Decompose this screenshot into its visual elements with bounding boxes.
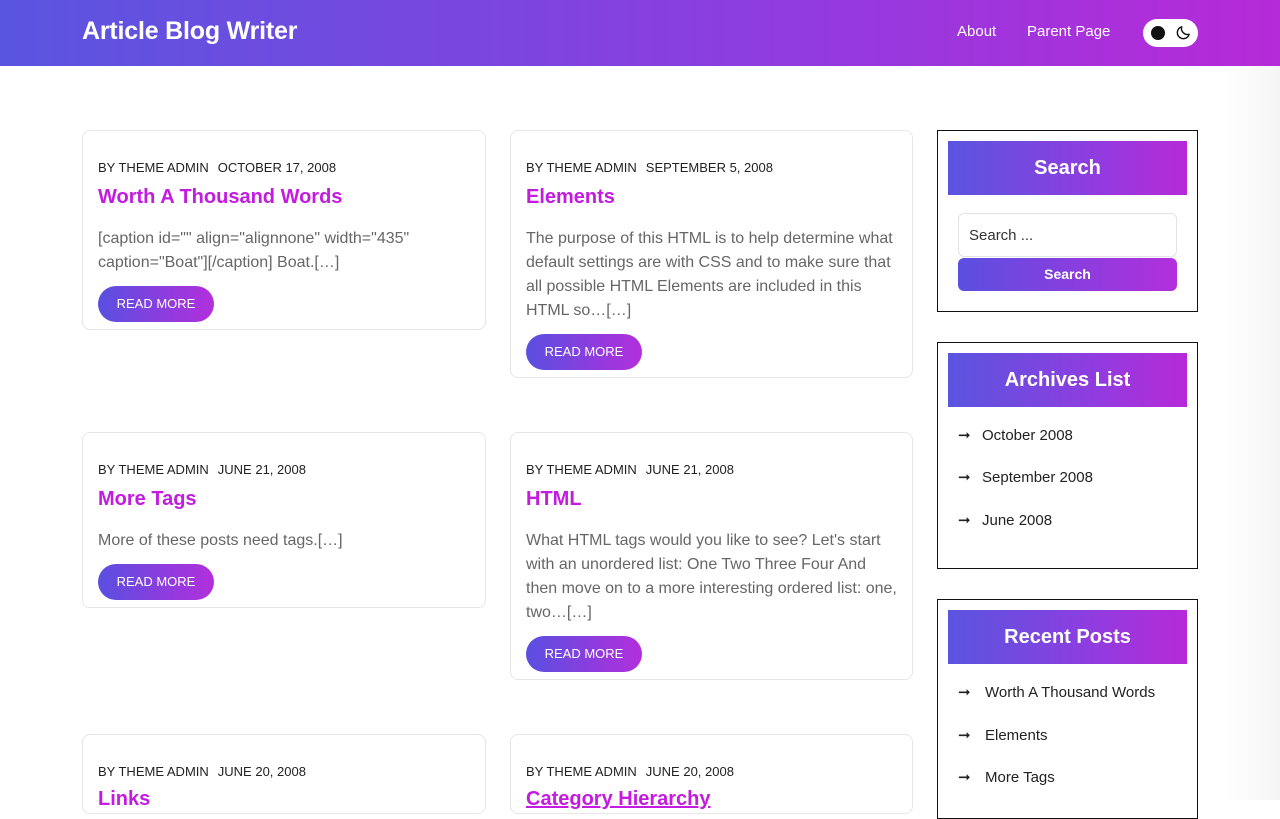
- arrow-right-icon: ➞: [958, 769, 971, 786]
- post-author[interactable]: BY THEME ADMIN: [98, 160, 209, 175]
- post-excerpt: [caption id="" align="alignnone" width="…: [98, 230, 410, 271]
- post-meta: BY THEME ADMIN SEPTEMBER 5, 2008: [526, 160, 773, 175]
- post-author[interactable]: BY THEME ADMIN: [98, 462, 209, 477]
- recent-posts-widget: Recent Posts ➞ Worth A Thousand Words ➞ El…: [937, 599, 1198, 819]
- site-header: Article Blog Writer About Parent Page: [0, 0, 1280, 66]
- search-input[interactable]: [958, 213, 1177, 257]
- post-excerpt: The purpose of this HTML is to help dete…: [526, 230, 893, 319]
- post-meta: BY THEME ADMIN JUNE 21, 2008: [98, 462, 306, 477]
- post-title[interactable]: Worth A Thousand Words: [98, 186, 342, 209]
- post-meta: BY THEME ADMIN OCTOBER 17, 2008: [98, 160, 336, 175]
- archive-item-label[interactable]: June 2008: [982, 512, 1052, 529]
- recent-post-item[interactable]: ➞ Worth A Thousand Words: [958, 683, 1155, 705]
- post-card: BY THEME ADMIN JUNE 21, 2008 HTML What HT…: [510, 432, 913, 680]
- widget-title: Search: [948, 141, 1187, 195]
- post-excerpt: What HTML tags would you like to see? Le…: [526, 532, 897, 621]
- moon-icon: [1176, 26, 1190, 40]
- recent-post-label[interactable]: Elements: [985, 727, 1048, 744]
- recent-post-item[interactable]: ➞ More Tags: [958, 768, 1055, 790]
- nav-link-parent-page[interactable]: Parent Page: [1027, 23, 1110, 40]
- archives-widget: Archives List ➞ October 2008 ➞ September 2…: [937, 342, 1198, 569]
- post-card: BY THEME ADMIN OCTOBER 17, 2008 Worth A T…: [82, 130, 486, 330]
- post-card: BY THEME ADMIN JUNE 20, 2008 Category Hie…: [510, 734, 913, 814]
- post-meta: BY THEME ADMIN JUNE 20, 2008: [526, 764, 734, 779]
- toggle-knob: [1151, 26, 1165, 40]
- read-more-button[interactable]: READ MORE: [526, 334, 642, 370]
- post-date[interactable]: JUNE 20, 2008: [646, 764, 734, 779]
- archive-item-label[interactable]: October 2008: [982, 427, 1073, 444]
- recent-post-label[interactable]: Worth A Thousand Words: [985, 684, 1155, 701]
- post-author[interactable]: BY THEME ADMIN: [526, 462, 637, 477]
- post-title[interactable]: More Tags: [98, 488, 197, 511]
- recent-post-item[interactable]: ➞ Elements: [958, 726, 1048, 748]
- post-date[interactable]: SEPTEMBER 5, 2008: [646, 160, 773, 175]
- widget-title: Recent Posts: [948, 610, 1187, 664]
- archive-item[interactable]: ➞ June 2008: [958, 511, 1052, 533]
- post-meta: BY THEME ADMIN JUNE 20, 2008: [98, 764, 306, 779]
- arrow-right-icon: ➞: [958, 727, 971, 744]
- nav-link-about[interactable]: About: [957, 23, 996, 40]
- archive-item[interactable]: ➞ September 2008: [958, 468, 1093, 490]
- arrow-right-icon: ➞: [958, 512, 971, 529]
- arrow-right-icon: ➞: [958, 469, 971, 486]
- arrow-right-icon: ➞: [958, 427, 971, 444]
- page-edge-shadow: [1220, 66, 1280, 800]
- post-title[interactable]: HTML: [526, 488, 582, 511]
- read-more-button[interactable]: READ MORE: [98, 564, 214, 600]
- post-excerpt: More of these posts need tags.[…]: [98, 532, 343, 549]
- post-author[interactable]: BY THEME ADMIN: [526, 160, 637, 175]
- post-meta: BY THEME ADMIN JUNE 21, 2008: [526, 462, 734, 477]
- post-card: BY THEME ADMIN SEPTEMBER 5, 2008 Elements…: [510, 130, 913, 378]
- arrow-right-icon: ➞: [958, 684, 971, 701]
- post-author[interactable]: BY THEME ADMIN: [98, 764, 209, 779]
- theme-toggle[interactable]: [1143, 19, 1198, 47]
- read-more-button[interactable]: READ MORE: [526, 636, 642, 672]
- post-author[interactable]: BY THEME ADMIN: [526, 764, 637, 779]
- archive-item[interactable]: ➞ October 2008: [958, 426, 1073, 448]
- post-card: BY THEME ADMIN JUNE 20, 2008 Links: [82, 734, 486, 814]
- post-card: BY THEME ADMIN JUNE 21, 2008 More Tags Mo…: [82, 432, 486, 608]
- post-date[interactable]: JUNE 21, 2008: [218, 462, 306, 477]
- post-title[interactable]: Elements: [526, 186, 615, 209]
- post-date[interactable]: OCTOBER 17, 2008: [218, 160, 336, 175]
- search-widget: Search Search: [937, 130, 1198, 312]
- read-more-button[interactable]: READ MORE: [98, 286, 214, 322]
- widget-title: Archives List: [948, 353, 1187, 407]
- site-title[interactable]: Article Blog Writer: [82, 17, 297, 46]
- recent-post-label[interactable]: More Tags: [985, 769, 1055, 786]
- post-date[interactable]: JUNE 21, 2008: [646, 462, 734, 477]
- post-date[interactable]: JUNE 20, 2008: [218, 764, 306, 779]
- archive-item-label[interactable]: September 2008: [982, 469, 1093, 486]
- search-button[interactable]: Search: [958, 258, 1177, 291]
